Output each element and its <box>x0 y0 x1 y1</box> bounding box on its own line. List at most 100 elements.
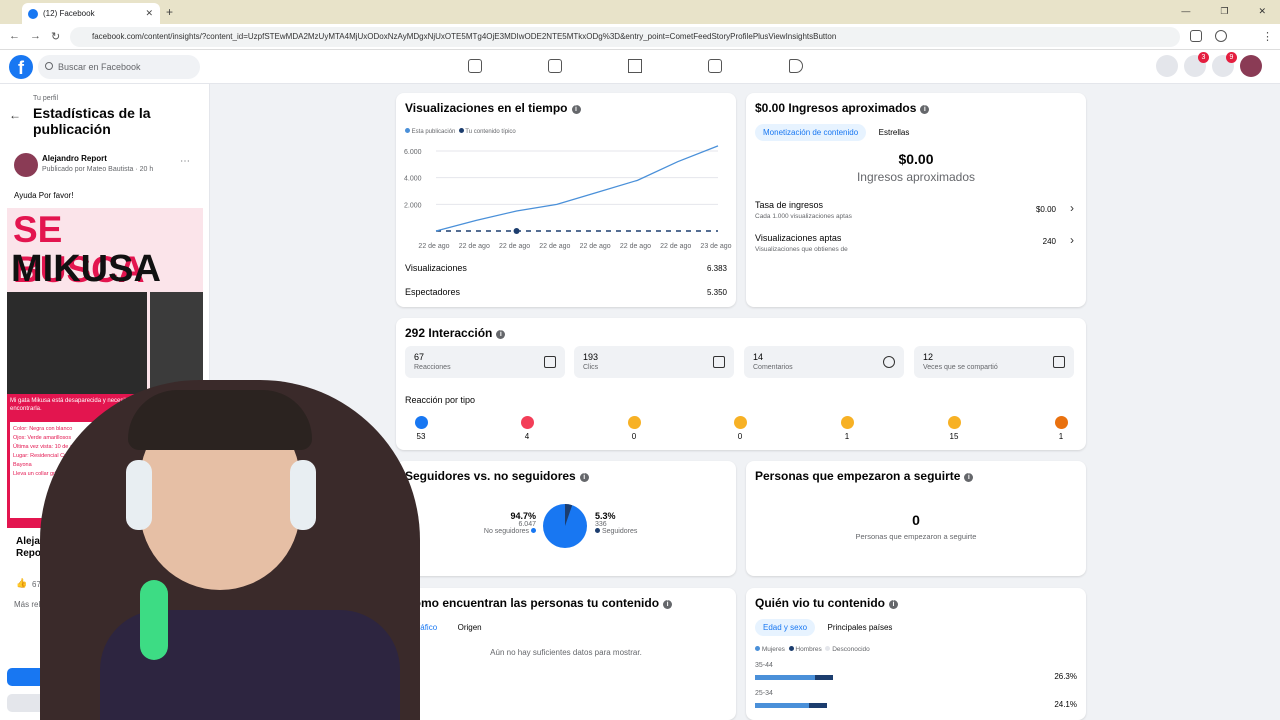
x-tick-label: 22 de ago <box>660 243 691 250</box>
account-avatar[interactable] <box>1240 55 1262 77</box>
published-by: Publicado por Mateo Bautista · 20 h <box>42 166 154 173</box>
info-icon[interactable]: i <box>496 330 506 339</box>
age-bar-25-34 <box>755 703 827 708</box>
sidebar-title: Estadísticas de la publicación <box>33 105 151 137</box>
back-icon[interactable]: ← <box>9 30 20 42</box>
browser-tab-bar: (12) Facebook ✕ + — ❐ ✕ <box>0 0 1280 24</box>
info-icon[interactable]: i <box>571 105 581 114</box>
wow-count: 1 <box>844 432 850 441</box>
x-tick-label: 22 de ago <box>620 243 651 250</box>
non-followers-label: No seguidores <box>483 528 530 535</box>
reactions-label: Reacciones <box>414 364 451 371</box>
shares-box[interactable]: 12 Veces que se compartió <box>914 346 1074 378</box>
haha-count: 0 <box>737 432 743 441</box>
info-icon[interactable]: i <box>920 105 930 114</box>
followers-count: 336 <box>595 521 607 528</box>
viewers-label: Espectadores <box>405 287 461 297</box>
non-followers-count: 6.047 <box>518 521 536 528</box>
age-row-label: 35-44 <box>755 662 773 669</box>
y-tick-label: 6.000 <box>404 149 422 156</box>
thumbs-up-icon <box>544 356 556 368</box>
back-arrow-icon[interactable]: ← <box>9 108 21 122</box>
views-line-chart: 2.000 4.000 6.000 22 de ago 22 de ago 22 de a… <box>404 145 732 250</box>
like-reaction-icon <box>414 416 428 429</box>
reaction-care: 0 <box>624 416 644 441</box>
home-icon[interactable] <box>468 59 482 73</box>
video-icon[interactable] <box>548 59 562 73</box>
browser-menu-icon[interactable]: ⋮ <box>1262 30 1273 43</box>
reaction-haha: 0 <box>730 416 750 441</box>
comments-count: 14 <box>753 352 764 362</box>
followers-pct: 5.3% <box>595 511 616 521</box>
care-count: 0 <box>631 432 637 441</box>
clicks-box[interactable]: 193 Clics <box>574 346 734 378</box>
cat-photo <box>7 292 147 394</box>
minimize-icon[interactable]: — <box>1181 6 1190 17</box>
close-window-icon[interactable]: ✕ <box>1258 6 1266 17</box>
tab-top-countries[interactable]: Principales países <box>819 619 900 636</box>
cursor-icon <box>713 356 725 368</box>
reload-icon[interactable]: ↻ <box>51 30 60 43</box>
reactions-box[interactable]: 67 Reacciones <box>405 346 565 378</box>
search-placeholder: Buscar en Facebook <box>58 62 141 72</box>
sidebar-kicker: Tu perfil <box>33 95 59 102</box>
maximize-icon[interactable]: ❐ <box>1220 6 1228 17</box>
how-title: Cómo encuentran las personas tu contenid… <box>405 596 660 610</box>
apt-value: 240 <box>1042 237 1056 246</box>
apt-label: Visualizaciones aptas <box>755 233 842 243</box>
gaming-icon[interactable] <box>708 59 722 73</box>
tab-monetization[interactable]: Monetización de contenido <box>755 124 867 141</box>
more-options-icon[interactable]: ⋯ <box>180 156 190 167</box>
care-reaction-icon <box>627 416 641 429</box>
y-tick-label: 2.000 <box>404 202 422 209</box>
age-row-label: 25-34 <box>755 690 773 697</box>
search-icon <box>45 62 53 70</box>
page-avatar[interactable] <box>14 153 38 177</box>
share-icon <box>1053 356 1065 368</box>
forward-icon[interactable]: → <box>30 30 41 42</box>
facebook-header: f Buscar en Facebook 3 9 <box>0 50 1280 84</box>
facebook-favicon-icon <box>28 8 38 19</box>
legend-men: Hombres <box>795 646 822 653</box>
chevron-right-icon[interactable]: › <box>1070 201 1074 215</box>
ads-megaphone-icon[interactable] <box>789 59 803 73</box>
extensions-icon[interactable] <box>1190 30 1202 42</box>
pages-flag-icon[interactable] <box>628 59 642 73</box>
tab-origin[interactable]: Origen <box>450 619 490 636</box>
series-post-line <box>435 145 719 232</box>
no-data-message: Aún no hay suficientes datos para mostra… <box>490 648 642 657</box>
tab-stars[interactable]: Estrellas <box>871 124 918 141</box>
how-card: Cómo encuentran las personas tu contenid… <box>396 588 736 720</box>
info-icon[interactable]: i <box>964 473 974 482</box>
poster-line2: MIKUSA <box>11 248 161 290</box>
x-tick-label: 22 de ago <box>459 243 490 250</box>
chevron-right-icon[interactable]: › <box>1070 233 1074 247</box>
facebook-logo-icon[interactable]: f <box>9 55 33 79</box>
tab-age-sex[interactable]: Edad y sexo <box>755 619 816 636</box>
menu-grid-icon[interactable] <box>1156 55 1178 77</box>
love-count: 4 <box>524 432 530 441</box>
info-icon[interactable]: i <box>663 600 673 609</box>
url-input[interactable]: facebook.com/content/insights/?content_i… <box>70 27 1180 47</box>
search-input[interactable]: Buscar en Facebook <box>38 55 200 79</box>
info-icon[interactable]: i <box>579 473 589 482</box>
income-amount-label: Ingresos aproximados <box>856 170 976 184</box>
streamer-webcam-overlay <box>40 380 420 720</box>
comments-box[interactable]: 14 Comentarios <box>744 346 904 378</box>
info-icon[interactable]: i <box>889 600 898 609</box>
reaction-wow: 1 <box>837 416 857 441</box>
who-card: Quién vio tu contenido i Edad y sexo Prin… <box>746 588 1086 720</box>
clicks-count: 193 <box>583 352 599 362</box>
tab-title: (12) Facebook <box>43 9 95 18</box>
like-count: 53 <box>416 432 426 441</box>
new-tab-icon[interactable]: + <box>166 5 173 19</box>
rate-label: Tasa de ingresos <box>755 200 824 210</box>
love-reaction-icon <box>520 416 534 429</box>
age-row-pct: 24.1% <box>1054 700 1077 709</box>
profile-menu-icon[interactable] <box>1215 30 1227 42</box>
close-tab-icon[interactable]: ✕ <box>145 8 153 19</box>
who-title: Quién vio tu contenido <box>755 596 885 610</box>
browser-tab[interactable]: (12) Facebook ✕ <box>22 3 160 24</box>
page-name[interactable]: Alejandro Report <box>42 154 107 163</box>
new-followers-label: Personas que empezaron a seguirte <box>855 532 977 541</box>
